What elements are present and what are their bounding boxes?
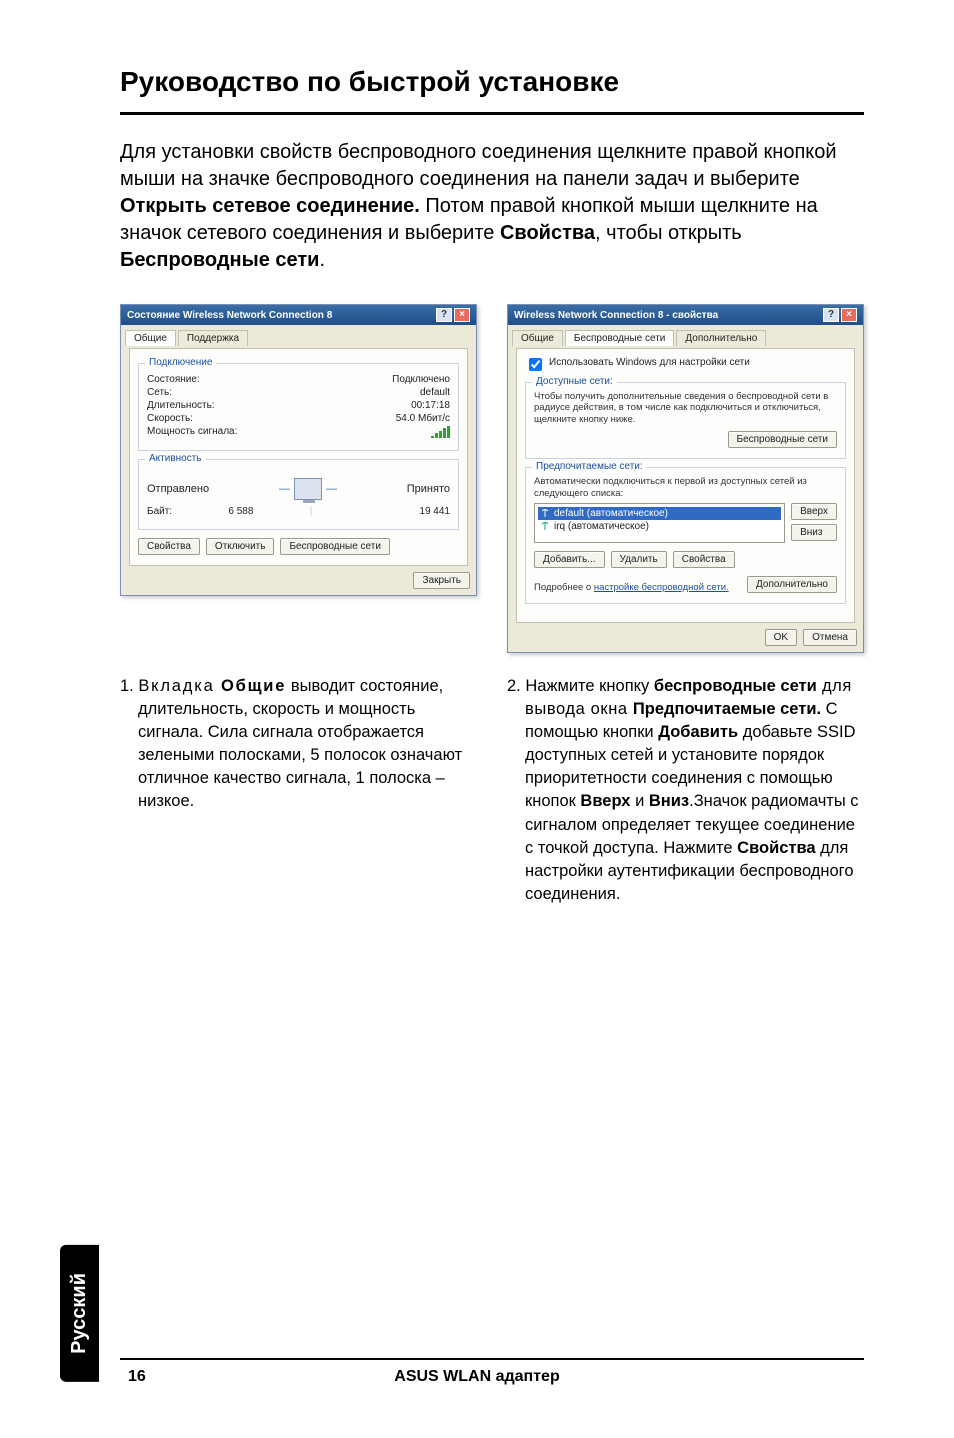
view-wireless-button[interactable]: Беспроводные сети bbox=[728, 431, 837, 448]
sent-label: Отправлено bbox=[147, 483, 209, 495]
c2-f: и bbox=[630, 792, 648, 810]
page-title: Руководство по быстрой установке bbox=[120, 66, 864, 98]
title-divider bbox=[120, 112, 864, 115]
close-icon[interactable]: × bbox=[454, 308, 470, 322]
bytes-recv: 19 441 bbox=[312, 506, 450, 517]
footer-center-text: ASUS WLAN адаптер bbox=[0, 1368, 954, 1386]
group-connection-title: Подключение bbox=[145, 357, 216, 368]
tab-general-2[interactable]: Общие bbox=[512, 330, 563, 346]
available-text: Чтобы получить дополнительные сведения о… bbox=[534, 391, 837, 425]
network-label: Сеть: bbox=[147, 387, 172, 398]
window1-title: Состояние Wireless Network Connection 8 bbox=[127, 310, 332, 321]
antenna-icon bbox=[540, 508, 550, 518]
intro-text-3: , чтобы открыть bbox=[595, 222, 742, 244]
more-info-text: Подробнее о настройке беспроводной сети. bbox=[534, 582, 729, 593]
signal-bars-icon bbox=[431, 426, 450, 438]
footer-divider bbox=[120, 1358, 864, 1360]
state-label: Состояние: bbox=[147, 374, 200, 385]
caption-1-bold: Общие bbox=[221, 677, 286, 695]
caption-1: 1. Вкладка Общие выводит состояние, длит… bbox=[120, 675, 477, 906]
strength-label: Мощность сигнала: bbox=[147, 426, 237, 438]
language-tab: Русский bbox=[60, 1245, 99, 1382]
recv-label: Принято bbox=[407, 483, 450, 495]
screenshot-properties-window: Wireless Network Connection 8 - свойства… bbox=[507, 304, 864, 653]
tab-advanced[interactable]: Дополнительно bbox=[676, 330, 766, 346]
caption-1-text-b: выводит состояние, длительность, скорост… bbox=[138, 677, 462, 810]
intro-text-4: . bbox=[319, 249, 325, 271]
speed-label: Скорость: bbox=[147, 413, 193, 424]
ok-button[interactable]: OK bbox=[765, 629, 797, 646]
antenna-icon bbox=[540, 521, 550, 531]
bytes-sent: 6 588 bbox=[172, 506, 310, 517]
network-item-label: default (автоматическое) bbox=[554, 508, 668, 519]
c2-b6: Свойства bbox=[737, 839, 815, 857]
bytes-label: Байт: bbox=[147, 506, 172, 517]
group-activity-title: Активность bbox=[145, 453, 206, 464]
intro-bold-open: Открыть сетевое соединение. bbox=[120, 195, 420, 217]
network-item-label: irq (автоматическое) bbox=[554, 521, 649, 532]
speed-value: 54.0 Мбит/с bbox=[396, 413, 450, 424]
caption-2-number: 2. bbox=[507, 677, 525, 695]
intro-text: Для установки свойств беспроводного соед… bbox=[120, 141, 837, 190]
use-windows-checkbox[interactable]: Использовать Windows для настройки сети bbox=[525, 357, 846, 374]
c2-b1: беспроводные сети bbox=[654, 677, 817, 695]
close-button[interactable]: Закрыть bbox=[413, 572, 470, 589]
c2-b2: Предпочитаемые сети. bbox=[633, 700, 821, 718]
c2-b3: Добавить bbox=[658, 723, 738, 741]
duration-value: 00:17:18 bbox=[411, 400, 450, 411]
cancel-button[interactable]: Отмена bbox=[803, 629, 857, 646]
computer-icon bbox=[294, 478, 322, 500]
intro-bold-props: Свойства bbox=[500, 222, 595, 244]
group-preferred-title: Предпочитаемые сети: bbox=[532, 461, 647, 472]
caption-1-number: 1. bbox=[120, 677, 138, 695]
caption-1-text-a: Вкладка bbox=[138, 677, 221, 695]
duration-label: Длительность: bbox=[147, 400, 215, 411]
tab-general[interactable]: Общие bbox=[125, 330, 176, 346]
help-icon[interactable]: ? bbox=[436, 308, 452, 322]
add-button[interactable]: Добавить... bbox=[534, 551, 605, 568]
use-windows-label: Использовать Windows для настройки сети bbox=[549, 357, 750, 368]
remove-button[interactable]: Удалить bbox=[611, 551, 667, 568]
arrow-in-icon: — bbox=[326, 483, 337, 495]
tab-wireless-networks[interactable]: Беспроводные сети bbox=[565, 330, 674, 346]
caption-2: 2. Нажмите кнопку беспроводные сети для … bbox=[507, 675, 864, 906]
network-value: default bbox=[420, 387, 450, 398]
arrow-out-icon: — bbox=[279, 483, 290, 495]
preferred-text: Автоматически подключиться к первой из д… bbox=[534, 476, 837, 499]
move-down-button[interactable]: Вниз bbox=[791, 524, 837, 541]
list-item[interactable]: default (автоматическое) bbox=[538, 507, 781, 520]
group-available-title: Доступные сети: bbox=[532, 376, 617, 387]
advanced-button[interactable]: Дополнительно bbox=[747, 576, 837, 593]
properties-button[interactable]: Свойства bbox=[138, 538, 200, 555]
tab-support[interactable]: Поддержка bbox=[178, 330, 248, 346]
use-windows-checkbox-input[interactable] bbox=[529, 358, 542, 371]
more-info-link[interactable]: настройке беспроводной сети. bbox=[594, 582, 729, 593]
c2-a: Нажмите кнопку bbox=[525, 677, 654, 695]
close-icon[interactable]: × bbox=[841, 308, 857, 322]
preferred-networks-list[interactable]: default (автоматическое) irq (автоматиче… bbox=[534, 503, 785, 543]
c2-b4: Вверх bbox=[580, 792, 630, 810]
intro-paragraph: Для установки свойств беспроводного соед… bbox=[120, 139, 864, 274]
state-value: Подключено bbox=[392, 374, 450, 385]
help-icon[interactable]: ? bbox=[823, 308, 839, 322]
c2-b5: Вниз bbox=[649, 792, 689, 810]
disable-button[interactable]: Отключить bbox=[206, 538, 275, 555]
move-up-button[interactable]: Вверх bbox=[791, 503, 837, 520]
list-item[interactable]: irq (автоматическое) bbox=[538, 520, 781, 533]
intro-bold-wireless: Беспроводные сети bbox=[120, 249, 319, 271]
window2-title: Wireless Network Connection 8 - свойства bbox=[514, 310, 718, 321]
screenshot-status-window: Состояние Wireless Network Connection 8 … bbox=[120, 304, 477, 653]
wireless-networks-button[interactable]: Беспроводные сети bbox=[280, 538, 389, 555]
network-properties-button[interactable]: Свойства bbox=[673, 551, 735, 568]
